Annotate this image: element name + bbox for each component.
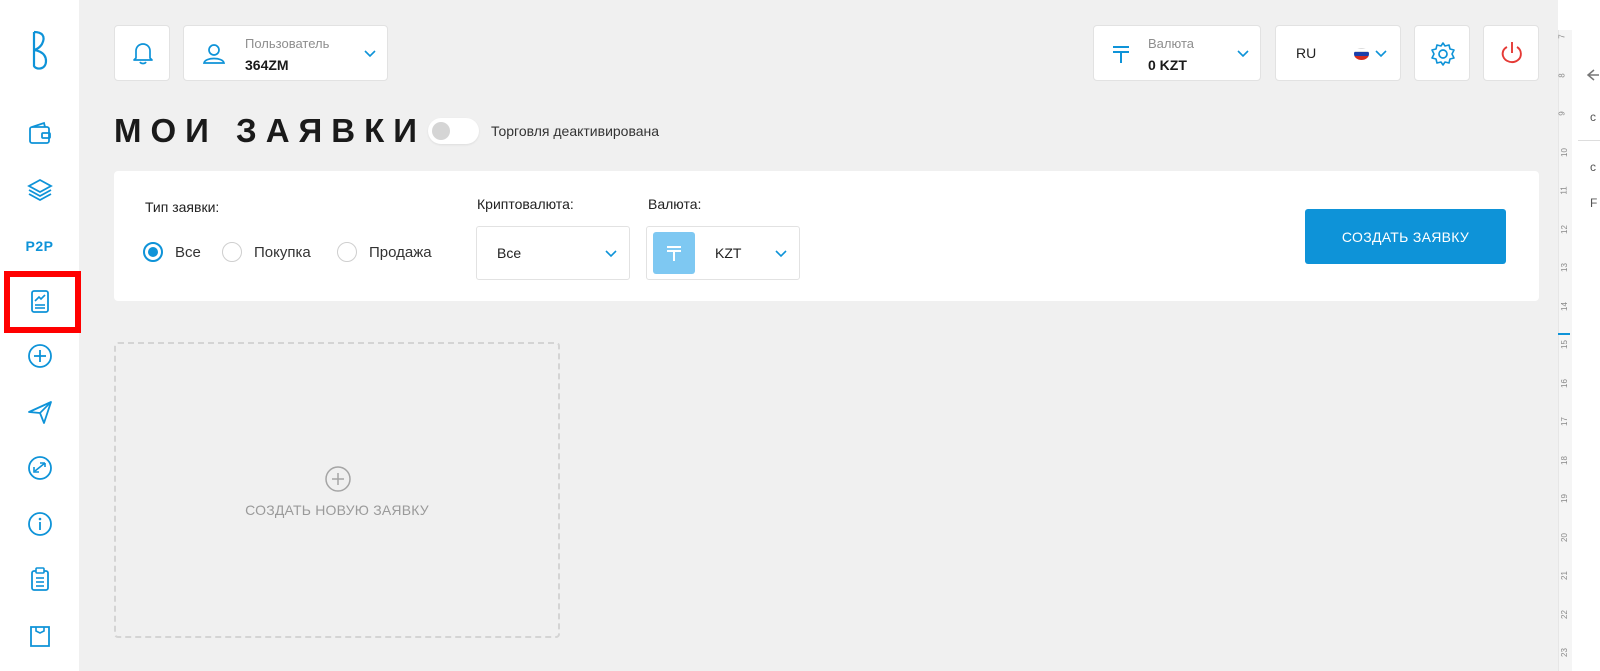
ruler-number: 9 (1557, 111, 1567, 116)
chevron-down-icon (775, 250, 787, 258)
exchange-icon[interactable] (0, 448, 79, 488)
radio-buy-label: Покупка (254, 243, 311, 261)
currency-label: Валюта (1148, 36, 1194, 51)
ruler-number: 8 (1557, 72, 1567, 78)
power-icon (1501, 42, 1522, 64)
logout-button[interactable] (1483, 25, 1539, 81)
language-dropdown[interactable]: RU (1275, 25, 1401, 81)
currency-dropdown[interactable]: Валюта 0 KZT (1093, 25, 1261, 81)
active-highlight (4, 271, 81, 333)
trading-toggle[interactable] (428, 118, 479, 144)
info-icon[interactable] (0, 504, 79, 544)
trading-toggle-label: Торговля деактивирована (491, 123, 660, 139)
ruler-number: 23 (1559, 648, 1569, 657)
toggle-knob (432, 122, 450, 140)
clipboard-icon[interactable] (0, 559, 79, 599)
radio-sell[interactable]: Продажа (337, 242, 432, 262)
gear-icon (1431, 42, 1455, 66)
radio-selected-icon (143, 242, 163, 262)
settings-button[interactable] (1414, 25, 1470, 81)
ruler-number: 7 (1557, 34, 1567, 39)
currency-select-value: KZT (715, 245, 742, 261)
plus-circle-icon[interactable] (0, 336, 79, 376)
layers-icon[interactable] (0, 170, 79, 210)
crypto-label: Криптовалюта: (477, 196, 574, 212)
radio-unselected-icon (222, 242, 242, 262)
right-panel-text: F (1590, 196, 1598, 210)
logo-icon[interactable] (24, 26, 54, 74)
tenge-icon (667, 246, 681, 261)
right-panel-text: c (1590, 110, 1596, 124)
tenge-badge (653, 232, 695, 274)
ruler-number: 21 (1559, 571, 1569, 580)
user-icon (202, 44, 226, 64)
send-icon[interactable] (0, 392, 79, 432)
bell-icon (133, 43, 153, 65)
radio-all[interactable]: Все (143, 242, 201, 262)
plus-circle-icon (325, 466, 351, 492)
language-value: RU (1296, 45, 1317, 61)
russia-flag-icon (1354, 48, 1369, 60)
chevron-down-icon (364, 50, 376, 58)
ruler-number: 18 (1559, 455, 1569, 465)
create-order-button[interactable]: СОЗДАТЬ ЗАЯВКУ (1305, 209, 1506, 264)
wallet-icon[interactable] (0, 114, 79, 154)
user-label: Пользователь (245, 36, 330, 51)
create-new-order-label: СОЗДАТЬ НОВУЮ ЗАЯВКУ (245, 502, 429, 518)
ruler-number: 17 (1559, 417, 1569, 426)
notifications-button[interactable] (114, 25, 170, 81)
ruler-number: 10 (1559, 147, 1569, 157)
currency-filter-label: Валюта: (648, 196, 702, 212)
sidebar: P2P (0, 0, 81, 671)
ruler-number: 19 (1559, 494, 1569, 503)
currency-value: 0 KZT (1148, 57, 1187, 73)
arrow-left-icon[interactable] (1585, 68, 1599, 82)
ruler-number: 15 (1559, 340, 1569, 349)
radio-unselected-icon (337, 242, 357, 262)
ruler-number: 13 (1559, 263, 1569, 272)
ruler-number: 14 (1559, 301, 1569, 311)
ruler-number: 20 (1559, 532, 1569, 542)
sidebar-item-p2p[interactable]: P2P (0, 226, 79, 266)
radio-buy[interactable]: Покупка (222, 242, 311, 262)
radio-sell-label: Продажа (369, 243, 432, 261)
currency-select[interactable]: KZT (646, 226, 800, 280)
crypto-select[interactable]: Все (476, 226, 630, 280)
chevron-down-icon (1375, 50, 1387, 58)
ruler-number: 22 (1559, 609, 1569, 619)
divider (1578, 140, 1600, 141)
crypto-select-value: Все (497, 245, 522, 261)
page-title: МОИ ЗАЯВКИ (114, 112, 426, 149)
ruler-marker (1558, 333, 1570, 335)
create-new-order-card[interactable]: СОЗДАТЬ НОВУЮ ЗАЯВКУ (114, 342, 560, 638)
chevron-down-icon (605, 250, 617, 258)
chevron-down-icon (1237, 50, 1249, 58)
order-type-label: Тип заявки: (145, 199, 220, 215)
right-panel-text: c (1590, 160, 1596, 174)
tenge-icon (1113, 46, 1129, 63)
radio-all-label: Все (175, 243, 201, 261)
user-dropdown[interactable]: Пользователь 364ZM (183, 25, 388, 81)
bag-icon[interactable] (0, 615, 79, 655)
ruler-number: 16 (1559, 378, 1569, 388)
ruler-number: 12 (1559, 224, 1569, 234)
ruler-number: 11 (1559, 186, 1569, 195)
user-value: 364ZM (245, 57, 289, 73)
